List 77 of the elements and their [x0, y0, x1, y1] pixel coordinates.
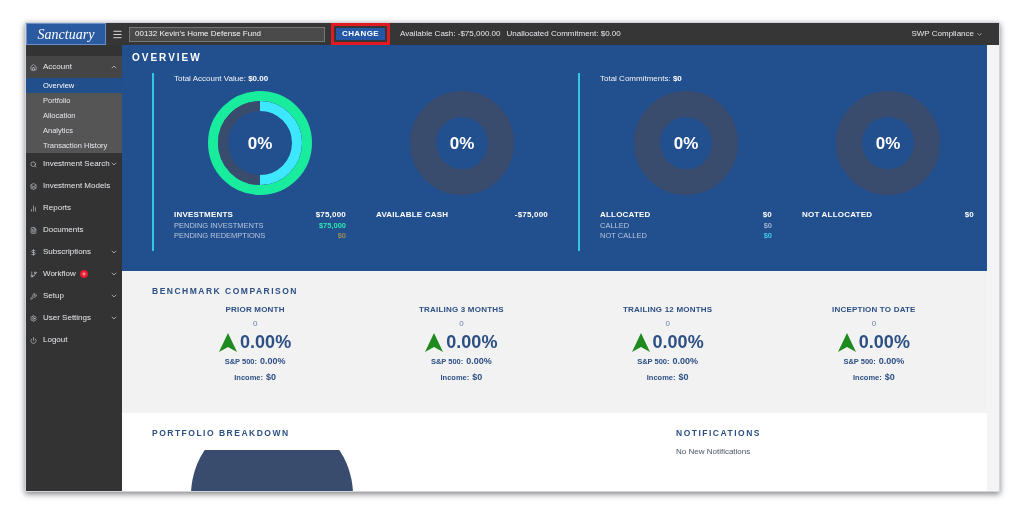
summary-label: ALLOCATED [600, 209, 651, 221]
donut-percentage: 0% [673, 134, 699, 152]
sidebar-item[interactable]: Subscriptions [26, 241, 122, 263]
wrench-icon [30, 292, 37, 300]
sidebar-item[interactable]: Setup [26, 285, 122, 307]
chevron-down-icon[interactable] [110, 270, 118, 278]
sidebar-item[interactable]: Reports [26, 197, 122, 219]
sp500-value: 0.00% [260, 354, 286, 368]
fund-field[interactable]: 00132 Kevin's Home Defense Fund [129, 26, 325, 42]
unallocated-commitment-text: Unallocated Commitment: $0.00 [506, 28, 621, 40]
chevron-down-icon[interactable] [110, 292, 118, 300]
period-sub-value: 0 [459, 317, 464, 330]
document-icon [30, 226, 37, 234]
up-arrow-icon [219, 332, 238, 352]
chevron-down-icon [976, 30, 983, 38]
sidebar-item[interactable]: Logout [26, 329, 122, 351]
income-value: $0 [472, 371, 483, 385]
power-icon [30, 336, 37, 344]
summary-label: INVESTMENTS [174, 209, 234, 221]
summary-amount: $0 [964, 209, 974, 221]
layers-icon [30, 182, 37, 190]
menu-icon[interactable] [112, 28, 123, 40]
notification-message: No New Notifications [676, 445, 752, 458]
income-value: $0 [678, 371, 689, 385]
summary-label: NOT ALLOCATED [802, 209, 873, 221]
return-percentage: 0.00% [652, 331, 704, 352]
donut-percentage: 0% [449, 134, 475, 152]
total-label: Total Account Value: $0.00 [174, 73, 270, 85]
bar-chart-icon [30, 204, 37, 212]
section-title: PORTFOLIO BREAKDOWN [152, 427, 291, 440]
up-arrow-icon [837, 332, 856, 352]
sidebar-item[interactable]: Documents [26, 219, 122, 241]
settings-icon [30, 314, 37, 322]
sidebar-item[interactable]: Investment Models [26, 175, 122, 197]
chevron-down-icon[interactable] [110, 160, 118, 168]
chevron-up-icon[interactable] [110, 63, 118, 71]
logo[interactable]: Sanctuary [26, 23, 106, 45]
period-title: INCEPTION TO DATE [832, 303, 916, 316]
section-title: BENCHMARK COMPARISON [152, 285, 299, 298]
sp500-value: 0.00% [672, 354, 699, 368]
income-value: $0 [266, 371, 276, 385]
change-button[interactable]: CHANGE [336, 28, 386, 40]
return-percentage: 0.00% [446, 331, 498, 352]
period-title: TRAILING 12 MONTHS [622, 303, 713, 316]
available-cash-text: Available Cash: -$75,000.00 [400, 28, 501, 40]
sp500-value: 0.00% [466, 354, 492, 368]
up-arrow-icon [631, 332, 650, 352]
summary-amount: $0 [762, 209, 772, 221]
donut-percentage: 0% [247, 134, 273, 152]
period-sub-value: 0 [871, 317, 877, 330]
summary-amount: $75,000 [315, 209, 346, 221]
summary-amount: -$75,000 [514, 209, 548, 221]
summary-label: AVAILABLE CASH [376, 209, 449, 221]
sidebar-item[interactable]: Account [26, 56, 122, 78]
sidebar-item[interactable]: Investment Search [26, 153, 122, 175]
sidebar-item[interactable]: User Settings [26, 307, 122, 329]
period-sub-value: 0 [665, 317, 670, 330]
section-title: NOTIFICATIONS [676, 427, 761, 440]
home-icon [30, 63, 37, 71]
up-arrow-icon [425, 332, 444, 352]
total-label: Total Commitments: $0 [600, 73, 683, 85]
period-title: PRIOR MONTH [225, 303, 285, 316]
search-icon [30, 160, 37, 168]
user-menu[interactable]: SWP Compliance [911, 28, 983, 40]
sp500-value: 0.00% [878, 354, 905, 368]
sidebar-item[interactable]: Workflow [26, 263, 122, 285]
income-value: $0 [884, 371, 895, 385]
return-percentage: 0.00% [858, 331, 910, 352]
chevron-down-icon[interactable] [110, 248, 118, 256]
donut-percentage: 0% [875, 134, 901, 152]
period-sub-value: 0 [252, 317, 258, 330]
chevron-down-icon[interactable] [110, 314, 118, 322]
period-title: TRAILING 3 MONTHS [419, 303, 504, 316]
return-percentage: 0.00% [240, 331, 292, 352]
branch-icon [30, 270, 37, 278]
section-title: OVERVIEW [132, 51, 203, 65]
dollar-icon [30, 248, 37, 256]
